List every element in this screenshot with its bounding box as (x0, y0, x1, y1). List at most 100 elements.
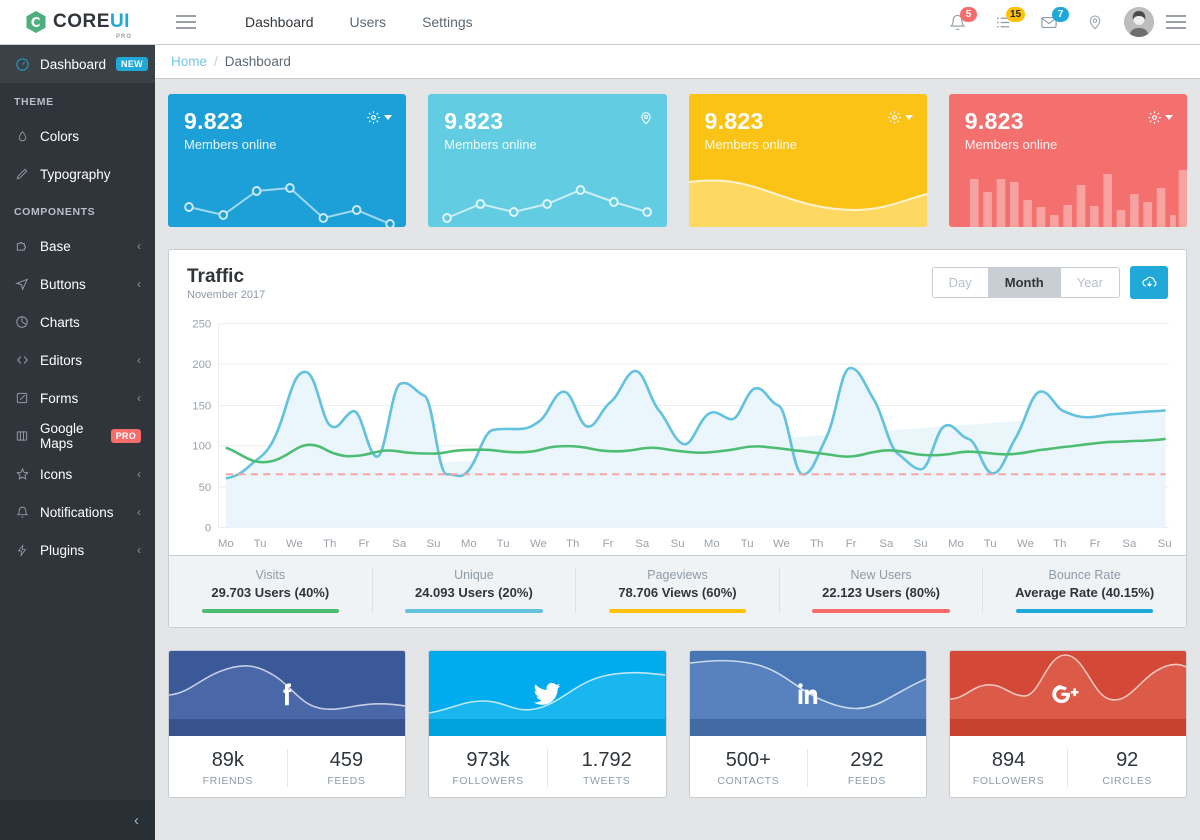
location-button[interactable] (1072, 0, 1118, 45)
widget-card-members-3[interactable]: 9.823 Members online (689, 94, 927, 227)
widget-card-members-4[interactable]: 9.823 Members online (949, 94, 1187, 227)
nav-item-settings[interactable]: Settings (404, 14, 491, 30)
chevron-left-icon: ‹ (137, 277, 141, 291)
range-button-day[interactable]: Day (933, 268, 989, 297)
brand-logo[interactable]: COREUIPRO (0, 10, 155, 34)
widget-card-members-1[interactable]: 9.823 Members online (168, 94, 406, 227)
tasks-badge: 15 (1006, 7, 1025, 22)
social-card-facebook[interactable]: 89k FRIENDS 459 FEEDS (168, 650, 406, 798)
google-plus-icon (950, 651, 1186, 736)
chevron-left-icon: ‹ (137, 391, 141, 405)
stat-label: Bounce Rate (989, 568, 1180, 582)
widget-sparkline-chart (428, 152, 666, 227)
dashboard-content: 9.823 Members online (155, 79, 1200, 813)
messages-button[interactable]: 7 (1026, 0, 1072, 45)
sidebar-minimizer-button[interactable]: ‹ (0, 800, 155, 840)
sidebar-item-plugins[interactable]: Plugins ‹ (0, 531, 155, 569)
user-avatar[interactable] (1124, 7, 1154, 37)
widget-row: 9.823 Members online (168, 94, 1187, 227)
social-stat-label: FEEDS (288, 775, 406, 787)
social-card-header (950, 651, 1186, 736)
nav-item-dashboard[interactable]: Dashboard (227, 14, 332, 30)
code-icon (14, 352, 30, 368)
widget-settings-dropdown[interactable] (1147, 110, 1173, 125)
widget-settings-dropdown[interactable] (366, 110, 392, 125)
sidebar-item-label: Charts (40, 315, 80, 330)
aside-toggle-button[interactable] (1166, 15, 1186, 29)
sidebar-item-typography[interactable]: Typography (0, 155, 155, 193)
sidebar-item-base[interactable]: Base ‹ (0, 227, 155, 265)
sidebar-item-notifications[interactable]: Notifications ‹ (0, 493, 155, 531)
sidebar-item-label: Plugins (40, 543, 84, 558)
sidebar-badge-new: NEW (116, 57, 148, 71)
twitter-icon (429, 651, 665, 736)
traffic-title: Traffic (187, 266, 265, 288)
svg-text:Su: Su (427, 538, 441, 550)
sidebar-toggle-button[interactable] (167, 15, 205, 29)
social-card-stats: 500+ CONTACTS 292 FEEDS (690, 736, 926, 797)
social-card-linkedin[interactable]: 500+ CONTACTS 292 FEEDS (689, 650, 927, 798)
social-stat-number: 89k (169, 749, 287, 772)
widget-settings-dropdown[interactable] (887, 110, 913, 125)
sidebar-item-icons[interactable]: Icons ‹ (0, 455, 155, 493)
chevron-left-icon: ‹ (137, 505, 141, 519)
tasks-button[interactable]: 15 (980, 0, 1026, 45)
social-stat-label: FRIENDS (169, 775, 287, 787)
main-content: Home / Dashboard 9.823 Members online (155, 45, 1200, 840)
download-button[interactable] (1130, 266, 1168, 299)
gear-icon (366, 110, 381, 125)
stat-label: Unique (379, 568, 570, 582)
chevron-down-icon (384, 115, 392, 120)
widget-location-button[interactable] (639, 110, 653, 126)
range-button-month[interactable]: Month (989, 268, 1061, 297)
breadcrumb-home[interactable]: Home (171, 54, 207, 69)
stat-progress-bar (609, 609, 746, 613)
range-button-year[interactable]: Year (1061, 268, 1119, 297)
facebook-icon (169, 651, 405, 736)
svg-text:Sa: Sa (1122, 538, 1137, 550)
linkedin-icon (690, 651, 926, 736)
sidebar-item-label: Notifications (40, 505, 114, 520)
svg-text:Mo: Mo (704, 538, 720, 550)
social-card-twitter[interactable]: 973k FOLLOWERS 1.792 TWEETS (428, 650, 666, 798)
social-card-stats: 973k FOLLOWERS 1.792 TWEETS (429, 736, 665, 797)
social-card-header (169, 651, 405, 736)
social-stat-number: 92 (1068, 749, 1186, 772)
stat-value: 22.123 Users (80%) (786, 585, 977, 600)
chevron-left-icon: ‹ (137, 239, 141, 253)
sidebar-item-editors[interactable]: Editors ‹ (0, 341, 155, 379)
nav-item-users[interactable]: Users (332, 14, 405, 30)
hamburger-line (176, 15, 196, 17)
stat-label: Pageviews (582, 568, 773, 582)
stat-progress-bar (812, 609, 949, 613)
widget-card-members-2[interactable]: 9.823 Members online (428, 94, 666, 227)
widget-label: Members online (168, 135, 406, 152)
hamburger-line (176, 21, 196, 23)
breadcrumb-current: Dashboard (225, 54, 291, 69)
social-stat-label: FEEDS (808, 775, 926, 787)
social-stat-label: TWEETS (548, 775, 666, 787)
sidebar-spacer (0, 569, 155, 800)
range-button-group: Day Month Year (932, 267, 1120, 298)
svg-text:We: We (286, 538, 303, 550)
location-pin-icon (639, 110, 653, 126)
svg-text:Tu: Tu (254, 538, 267, 550)
social-stat-label: CIRCLES (1068, 775, 1186, 787)
social-card-google-plus[interactable]: 894 FOLLOWERS 92 CIRCLES (949, 650, 1187, 798)
social-cards-row: 89k FRIENDS 459 FEEDS (168, 650, 1187, 798)
droplet-icon (14, 128, 30, 144)
sidebar-item-buttons[interactable]: Buttons ‹ (0, 265, 155, 303)
sidebar-item-google-maps[interactable]: Google Maps PRO (0, 417, 155, 455)
sidebar-item-colors[interactable]: Colors (0, 117, 155, 155)
hamburger-line (1166, 27, 1186, 29)
svg-text:Sa: Sa (392, 538, 407, 550)
social-stat: 92 CIRCLES (1067, 749, 1186, 787)
messages-badge: 7 (1052, 7, 1069, 22)
sidebar-item-dashboard[interactable]: Dashboard NEW (0, 45, 155, 83)
svg-text:Tu: Tu (497, 538, 510, 550)
stat-value: Average Rate (40.15%) (989, 585, 1180, 600)
sidebar-item-forms[interactable]: Forms ‹ (0, 379, 155, 417)
pencil-icon (14, 166, 30, 182)
notifications-button[interactable]: 5 (934, 0, 980, 45)
sidebar-item-charts[interactable]: Charts (0, 303, 155, 341)
